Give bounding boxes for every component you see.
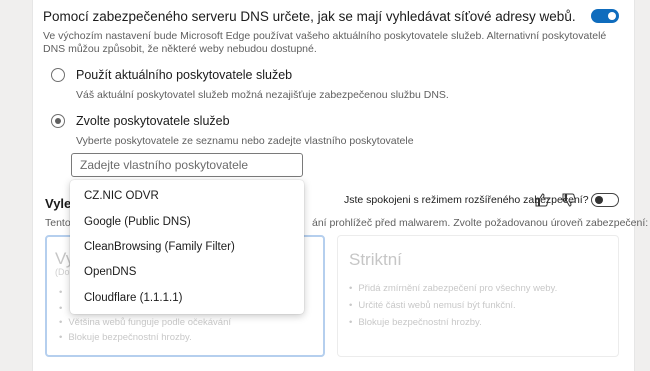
option-current-provider-desc: Váš aktuální poskytovatel služeb možná n…	[76, 89, 449, 101]
security-level-strict[interactable]: Striktní Přidá zmírnění zabezpečení pro …	[337, 235, 619, 357]
provider-option[interactable]: CleanBrowsing (Family Filter)	[84, 241, 235, 253]
option-current-provider-label[interactable]: Použít aktuálního poskytovatele služeb	[76, 68, 292, 82]
provider-dropdown: CZ.NIC ODVR Google (Public DNS) CleanBro…	[70, 180, 304, 314]
level-balanced-bullet	[59, 303, 68, 314]
secure-dns-description: Ve výchozím nastavení bude Microsoft Edg…	[43, 30, 607, 55]
provider-option[interactable]: Cloudflare (1.1.1.1)	[84, 292, 182, 304]
provider-option[interactable]: Google (Public DNS)	[84, 216, 191, 228]
provider-option[interactable]: CZ.NIC ODVR	[84, 190, 159, 202]
feedback-question: Jste spokojeni s režimem rozšířeného zab…	[344, 194, 589, 206]
enhanced-security-toggle[interactable]	[591, 193, 619, 207]
provider-option[interactable]: OpenDNS	[84, 266, 136, 278]
option-choose-provider-desc: Vyberte poskytovatele ze seznamu nebo za…	[76, 135, 414, 147]
level-balanced-bullet: Blokuje bezpečnostní hrozby.	[59, 332, 191, 343]
option-choose-provider-label[interactable]: Zvolte poskytovatele služeb	[76, 114, 230, 128]
level-balanced-bullet: Většina webů funguje podle očekávání	[59, 317, 231, 328]
radio-selected-dot	[55, 118, 61, 124]
enhanced-security-desc-right: ání prohlížeč před malwarem. Zvolte poža…	[312, 217, 649, 229]
thumbs-down-icon[interactable]	[561, 192, 577, 208]
level-strict-name: Striktní	[349, 250, 402, 269]
level-balanced-bullet	[59, 287, 68, 298]
secure-dns-toggle[interactable]	[591, 9, 619, 23]
level-strict-bullet: Blokuje bezpečnostní hrozby.	[349, 317, 481, 328]
radio-choose-provider[interactable]	[51, 114, 65, 128]
secure-dns-title: Pomocí zabezpečeného serveru DNS určete,…	[43, 9, 576, 24]
toggle-knob	[595, 196, 603, 204]
toggle-knob	[608, 12, 616, 20]
level-strict-bullet: Určité části webů nemusí být funkční.	[349, 300, 515, 311]
thumbs-up-icon[interactable]	[534, 192, 550, 208]
custom-provider-input[interactable]	[71, 153, 303, 177]
radio-current-provider[interactable]	[51, 68, 65, 82]
level-strict-bullet: Přidá zmírnění zabezpečení pro všechny w…	[349, 283, 557, 294]
